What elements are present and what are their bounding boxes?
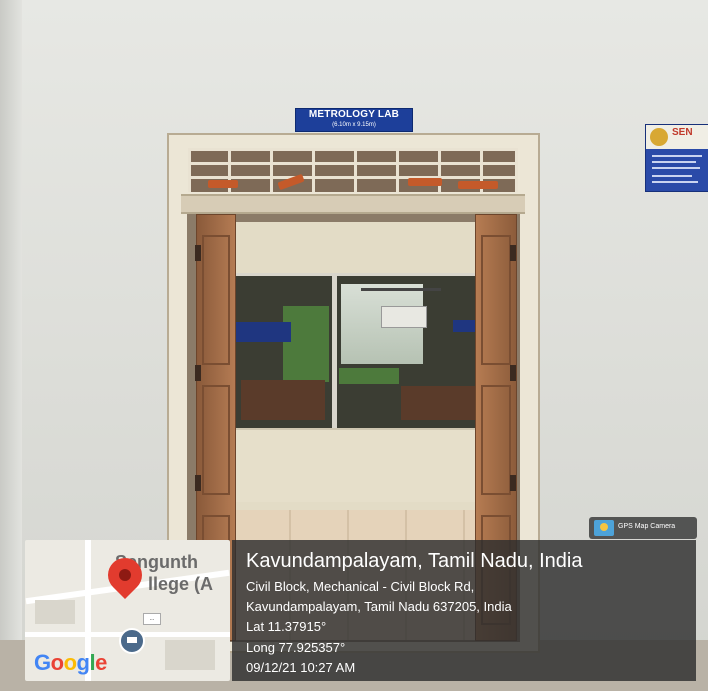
- brick: [408, 178, 442, 186]
- transom-bar: [312, 148, 315, 192]
- door-panel: [481, 235, 511, 365]
- notice-board-header: SEN: [646, 125, 708, 149]
- transom-window: [188, 148, 518, 192]
- longitude: Long 77.925357°: [246, 640, 346, 655]
- map-chip: ...: [143, 613, 161, 625]
- ceiling-fan: [361, 288, 441, 291]
- address-line-1: Civil Block, Mechanical - Civil Block Rd…: [246, 579, 475, 594]
- hinge: [510, 245, 516, 261]
- door-panel: [202, 385, 230, 495]
- door-panel: [202, 235, 230, 365]
- map-building: [165, 640, 215, 670]
- location-title: Kavundampalayam, Tamil Nadu, India: [246, 550, 583, 572]
- college-notice-board: SEN: [645, 124, 708, 192]
- brick: [208, 180, 238, 188]
- inner-paper: [381, 306, 427, 328]
- transom-bar: [354, 148, 357, 192]
- hinge: [510, 365, 516, 381]
- hinge: [195, 475, 201, 491]
- pillar: [0, 0, 22, 691]
- photo-scene: METROLOGY LAB (6.10m x 9.15m) SEN GPS Ma…: [0, 0, 708, 691]
- glass-mullion: [332, 276, 337, 428]
- lab-sign-title: METROLOGY LAB: [308, 109, 400, 120]
- notice-line: [652, 167, 700, 169]
- brick: [458, 181, 498, 189]
- notice-line: [652, 175, 692, 177]
- notice-line: [652, 155, 702, 157]
- map-building: [35, 600, 75, 624]
- camera-icon: [594, 520, 614, 536]
- foliage: [283, 306, 329, 382]
- date-time: 09/12/21 10:27 AM: [246, 660, 356, 675]
- google-logo: Google: [34, 650, 107, 675]
- glass-partition: [228, 273, 482, 431]
- lab-sign-subtitle: (6.10m x 9.15m): [332, 122, 376, 128]
- partition-base: [228, 428, 478, 502]
- map-place-label: llege (A: [148, 574, 214, 594]
- hinge: [195, 245, 201, 261]
- foliage: [339, 368, 399, 384]
- hinge: [510, 475, 516, 491]
- notice-board-heading: SEN: [672, 127, 693, 138]
- college-emblem-icon: [650, 128, 668, 146]
- map-thumbnail: Sengunth llege (A ... Google: [25, 540, 230, 681]
- furniture: [401, 386, 475, 420]
- transom-bar: [515, 148, 518, 192]
- door-panel: [481, 385, 511, 495]
- graduation-cap-icon: [119, 628, 145, 654]
- inner-notice: [453, 320, 475, 332]
- address-line-2: Kavundampalayam, Tamil Nadu 637205, Indi…: [246, 599, 512, 614]
- location-info-card: Kavundampalayam, Tamil Nadu, India Civil…: [232, 540, 696, 681]
- transom-bar: [188, 148, 191, 192]
- transom-bar: [188, 148, 518, 151]
- hinge: [195, 365, 201, 381]
- notice-line: [652, 161, 696, 163]
- transom-bar: [270, 148, 273, 192]
- door-lintel: [181, 194, 525, 214]
- furniture: [241, 380, 325, 420]
- transom-bar: [396, 148, 399, 192]
- transom-bar: [188, 176, 518, 179]
- inner-notice: [235, 322, 291, 342]
- transom-bar: [188, 162, 518, 165]
- notice-line: [652, 181, 698, 183]
- gps-map-camera-badge: GPS Map Camera: [589, 517, 697, 539]
- gps-badge-label: GPS Map Camera: [618, 523, 676, 530]
- metrology-lab-sign: METROLOGY LAB (6.10m x 9.15m): [295, 108, 413, 132]
- latitude: Lat 11.37915°: [246, 619, 327, 634]
